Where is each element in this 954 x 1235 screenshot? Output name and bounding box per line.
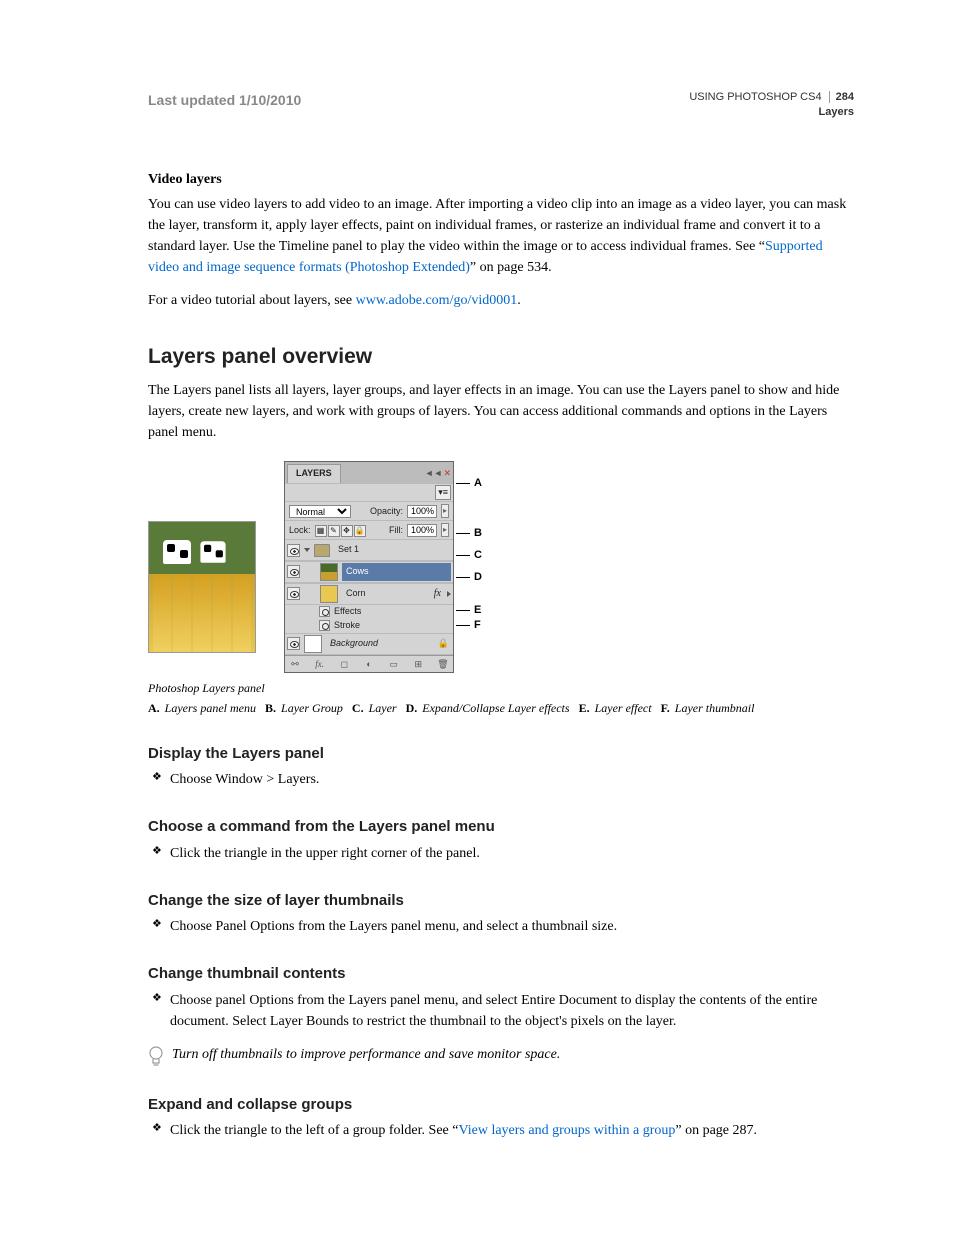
link-view-layers-groups[interactable]: View layers and groups within a group [458, 1123, 675, 1138]
layer-thumbnail-icon [320, 585, 338, 603]
page-header: Last updated 1/10/2010 USING PHOTOSHOP C… [148, 90, 854, 121]
effects-row[interactable]: Effects [285, 605, 453, 619]
lock-pixels-icon[interactable]: ✎ [328, 525, 340, 537]
page-number: 284 [829, 91, 854, 103]
close-icon[interactable]: ✕ [443, 467, 451, 481]
visibility-toggle-icon[interactable] [287, 637, 300, 650]
callout-b: B [474, 525, 482, 542]
effect-stroke-row[interactable]: Stroke [285, 619, 453, 633]
sample-image-thumbnail [148, 521, 256, 653]
tip-text: Turn off thumbnails to improve performan… [172, 1044, 560, 1065]
heading-layers-panel-overview: Layers panel overview [148, 341, 854, 373]
lock-transparency-icon[interactable]: ▦ [315, 525, 327, 537]
paragraph: For a video tutorial about layers, see w… [148, 290, 854, 311]
adjustment-layer-icon[interactable]: ◐ [362, 658, 376, 670]
layer-name: Cows [342, 563, 451, 581]
opacity-input[interactable] [407, 505, 437, 518]
link-video-tutorial[interactable]: www.adobe.com/go/vid0001 [356, 293, 518, 308]
visibility-toggle-icon[interactable] [287, 544, 300, 557]
heading-display-panel: Display the Layers panel [148, 743, 854, 766]
new-group-icon[interactable]: ▭ [387, 658, 401, 670]
lightbulb-icon [148, 1046, 164, 1068]
layers-panel: LAYERS ◄◄ ✕ ▾≡ Normal Opacity: [284, 461, 454, 673]
opacity-label: Opacity: [370, 505, 403, 519]
lock-position-icon[interactable]: ✥ [341, 525, 353, 537]
panel-menu-icon[interactable]: ▾≡ [435, 485, 451, 501]
last-updated: Last updated 1/10/2010 [148, 90, 301, 111]
paragraph: The Layers panel lists all layers, layer… [148, 380, 854, 443]
layer-group-row[interactable]: Set 1 [285, 539, 453, 561]
layer-row-corn[interactable]: Corn fx [285, 583, 453, 605]
tip-block: Turn off thumbnails to improve performan… [148, 1044, 854, 1068]
callout-f: F [474, 617, 481, 634]
callout-a: A [474, 475, 482, 492]
expand-effects-icon[interactable] [447, 591, 451, 597]
figure-layers-panel: LAYERS ◄◄ ✕ ▾≡ Normal Opacity: [148, 461, 854, 717]
group-name: Set 1 [334, 541, 451, 559]
layers-panel-tab[interactable]: LAYERS [287, 464, 341, 483]
layers-panel-wrap: LAYERS ◄◄ ✕ ▾≡ Normal Opacity: [284, 461, 454, 673]
document-page: Last updated 1/10/2010 USING PHOTOSHOP C… [0, 0, 954, 1213]
effect-name: Stroke [334, 619, 360, 633]
list-item: Choose panel Options from the Layers pan… [148, 990, 854, 1032]
fx-badge-icon: fx [434, 586, 441, 601]
layer-row-background[interactable]: Background 🔒 [285, 633, 453, 655]
heading-thumb-size: Change the size of layer thumbnails [148, 890, 854, 913]
lock-icon: 🔒 [438, 637, 449, 651]
heading-choose-command: Choose a command from the Layers panel m… [148, 816, 854, 839]
blend-mode-select[interactable]: Normal [289, 505, 351, 518]
heading-video-layers: Video layers [148, 169, 854, 190]
heading-thumb-contents: Change thumbnail contents [148, 963, 854, 986]
link-layers-icon[interactable]: ⚯ [288, 658, 302, 670]
effects-label: Effects [334, 605, 361, 619]
delete-layer-icon[interactable]: 🗑 [436, 658, 450, 670]
callout-c: C [474, 547, 482, 564]
layer-row-cows[interactable]: Cows [285, 561, 453, 583]
list-item: Choose Panel Options from the Layers pan… [148, 916, 854, 937]
folder-icon [314, 544, 330, 557]
figure-legend: A. Layers panel menu B. Layer Group C. L… [148, 699, 854, 717]
add-mask-icon[interactable]: ◻ [337, 658, 351, 670]
list-item: Click the triangle to the left of a grou… [148, 1120, 854, 1141]
visibility-toggle-icon[interactable] [287, 565, 300, 578]
figure-caption: Photoshop Layers panel [148, 679, 854, 697]
visibility-toggle-icon[interactable] [287, 587, 300, 600]
collapse-icon[interactable]: ◄◄ [425, 467, 443, 481]
add-style-icon[interactable]: fx. [313, 658, 327, 670]
callout-d: D [474, 569, 482, 586]
fill-label: Fill: [389, 524, 403, 538]
fill-slider-icon[interactable]: ▸ [441, 523, 449, 537]
effect-visibility-icon[interactable] [319, 606, 330, 617]
layer-thumbnail-icon [304, 635, 322, 653]
paragraph: You can use video layers to add video to… [148, 194, 854, 278]
doc-title: USING PHOTOSHOP CS4 [689, 91, 821, 103]
lock-label: Lock: [289, 524, 311, 538]
effect-visibility-icon[interactable] [319, 620, 330, 631]
fill-input[interactable] [407, 524, 437, 537]
expand-group-icon[interactable] [304, 548, 310, 552]
list-item: Click the triangle in the upper right co… [148, 843, 854, 864]
layer-thumbnail-icon [320, 563, 338, 581]
header-right: USING PHOTOSHOP CS4 284 Layers [689, 90, 854, 121]
opacity-slider-icon[interactable]: ▸ [441, 504, 449, 518]
layer-name: Corn [342, 585, 430, 603]
heading-expand-collapse: Expand and collapse groups [148, 1094, 854, 1117]
new-layer-icon[interactable]: ⊞ [411, 658, 425, 670]
section-name: Layers [689, 105, 854, 120]
layer-name: Background [326, 635, 434, 653]
lock-all-icon[interactable]: 🔒 [354, 525, 366, 537]
list-item: Choose Window > Layers. [148, 769, 854, 790]
